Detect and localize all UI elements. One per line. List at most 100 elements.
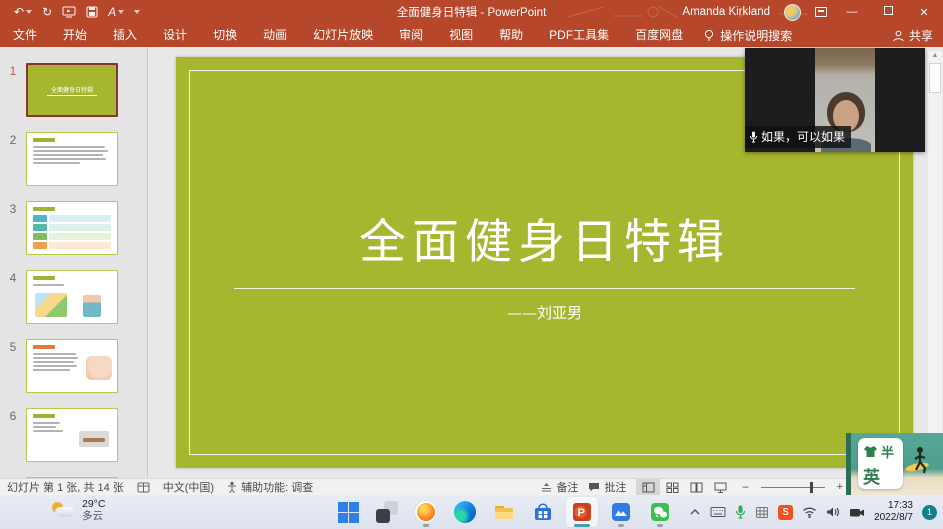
ribbon-display-options-icon[interactable] — [815, 7, 827, 17]
volume-icon[interactable] — [826, 506, 840, 518]
zoom-slider-thumb[interactable] — [810, 482, 813, 493]
widget-card[interactable]: 半 英 — [858, 438, 903, 489]
notes-toggle[interactable]: 备注 — [541, 479, 578, 495]
share-button[interactable]: 共享 — [893, 27, 933, 44]
tab-view[interactable]: 视图 — [436, 24, 486, 47]
slide-thumbnail-panel[interactable]: 1 全面健身日特辑 2 3 — [0, 47, 148, 478]
zoom-out-button[interactable]: – — [742, 481, 748, 493]
normal-view-button[interactable] — [636, 479, 660, 495]
slide-5-mini[interactable] — [26, 339, 118, 393]
font-quick-button[interactable]: A — [108, 5, 124, 19]
undo-dropdown-icon[interactable] — [26, 10, 32, 14]
tab-animations[interactable]: 动画 — [250, 24, 300, 47]
microsoft-store-button[interactable] — [527, 497, 559, 527]
reading-view-icon — [690, 482, 703, 493]
save-button[interactable] — [86, 6, 98, 18]
thumbnail-slide-4[interactable]: 4 — [0, 270, 147, 324]
slide-subtitle-text[interactable]: ——刘亚男 — [234, 302, 855, 323]
slide-6-mini[interactable] — [26, 408, 118, 462]
powerpoint-button[interactable]: P — [566, 497, 598, 527]
desktop-screen: ↶ ↻ A 全面健身日特辑 - PowerPoint Amanda Kirkla… — [0, 0, 943, 529]
scrollbar-thumb[interactable] — [929, 63, 941, 93]
maximize-button[interactable] — [877, 6, 899, 18]
slide-3-mini[interactable] — [26, 201, 118, 255]
tab-help[interactable]: 帮助 — [486, 24, 536, 47]
quick-access-toolbar: ↶ ↻ A — [0, 5, 140, 19]
zoom-slider[interactable] — [761, 487, 825, 488]
font-dropdown-icon[interactable] — [118, 10, 124, 14]
wechat-button[interactable] — [644, 497, 676, 527]
touch-keyboard-icon[interactable] — [710, 506, 726, 518]
tray-expand-chevron-icon[interactable] — [689, 508, 701, 516]
weather-widget[interactable]: 29°C多云 — [50, 498, 105, 522]
redo-button[interactable]: ↻ — [42, 5, 52, 19]
active-app-indicator — [574, 524, 590, 527]
tab-insert[interactable]: 插入 — [100, 24, 150, 47]
comment-bubble-icon — [588, 482, 600, 493]
reading-view-button[interactable] — [684, 479, 708, 495]
camera-device-icon[interactable] — [849, 507, 865, 518]
slide-title-text[interactable]: 全面健身日特辑 — [234, 203, 855, 289]
mini-image — [86, 356, 112, 380]
tab-home[interactable]: 开始 — [50, 24, 100, 47]
mini-text-line — [33, 430, 63, 432]
thumbnail-slide-1[interactable]: 1 全面健身日特辑 — [0, 63, 147, 117]
slide-1-mini[interactable]: 全面健身日特辑 — [26, 63, 118, 117]
tab-slideshow[interactable]: 幻灯片放映 — [300, 24, 386, 47]
edge-browser-button[interactable] — [449, 497, 481, 527]
account-name[interactable]: Amanda Kirkland — [682, 6, 770, 18]
tab-pdf-tools[interactable]: PDF工具集 — [536, 24, 622, 47]
thumbnail-slide-6[interactable]: 6 — [0, 408, 147, 462]
lightbulb-icon — [704, 29, 714, 43]
customize-qat-icon[interactable] — [134, 10, 140, 14]
sogou-browser-button[interactable] — [410, 497, 442, 527]
task-view-button[interactable] — [371, 497, 403, 527]
tab-baidu-netdisk[interactable]: 百度网盘 — [622, 24, 696, 47]
tell-me-search[interactable]: 操作说明搜索 — [704, 27, 792, 44]
edge-icon — [454, 501, 476, 523]
notes-icon — [541, 482, 552, 492]
language-status[interactable]: 中文(中国) — [163, 479, 214, 495]
slide-sorter-view-button[interactable] — [660, 479, 684, 495]
file-explorer-button[interactable] — [488, 497, 520, 527]
accessibility-status[interactable]: 辅助功能: 调查 — [227, 479, 313, 495]
floating-app-widget[interactable]: 半 英 — [846, 433, 943, 495]
mini-text-line — [33, 353, 76, 355]
minimize-button[interactable]: — — [841, 6, 863, 18]
undo-button[interactable]: ↶ — [14, 5, 32, 19]
slide-count-status[interactable]: 幻灯片 第 1 张, 共 14 张 — [7, 479, 124, 495]
clock[interactable]: 17:33 2022/8/7 — [874, 500, 913, 525]
webcam-overlay[interactable]: 如果，可以如果 — [745, 48, 925, 152]
tab-design[interactable]: 设计 — [150, 24, 200, 47]
input-method-icon[interactable] — [755, 506, 769, 519]
thumbnail-slide-2[interactable]: 2 — [0, 132, 147, 186]
tab-file[interactable]: 文件 — [0, 24, 50, 47]
thumbnail-slide-3[interactable]: 3 — [0, 201, 147, 255]
slide-2-mini[interactable] — [26, 132, 118, 186]
slideshow-view-button[interactable] — [708, 479, 732, 495]
account-avatar[interactable] — [784, 4, 801, 21]
mini-text-line — [33, 150, 108, 152]
start-button[interactable] — [332, 497, 364, 527]
tab-review[interactable]: 审阅 — [386, 24, 436, 47]
vertical-scrollbar[interactable]: ▲ ▼ — [928, 51, 942, 468]
sogou-input-icon[interactable]: S — [778, 505, 793, 520]
mini-title-bar — [33, 276, 55, 280]
microphone-status-icon[interactable] — [735, 505, 746, 519]
slide-4-mini[interactable] — [26, 270, 118, 324]
blue-app-button[interactable] — [605, 497, 637, 527]
mini-text-line — [33, 422, 60, 424]
mini-image — [35, 293, 67, 317]
start-slideshow-button[interactable] — [62, 6, 76, 18]
notification-badge[interactable]: 1 — [922, 505, 937, 520]
mountain-app-icon — [610, 501, 632, 523]
zoom-in-button[interactable]: + — [837, 481, 843, 493]
thumbnail-slide-5[interactable]: 5 — [0, 339, 147, 393]
close-button[interactable]: ✕ — [913, 6, 935, 19]
wifi-icon[interactable] — [802, 506, 817, 518]
scroll-up-icon[interactable]: ▲ — [928, 52, 942, 59]
comments-toggle[interactable]: 批注 — [588, 479, 626, 495]
mini-title-bar — [33, 414, 55, 418]
tab-transitions[interactable]: 切换 — [200, 24, 250, 47]
mini-title-bar — [33, 207, 55, 211]
